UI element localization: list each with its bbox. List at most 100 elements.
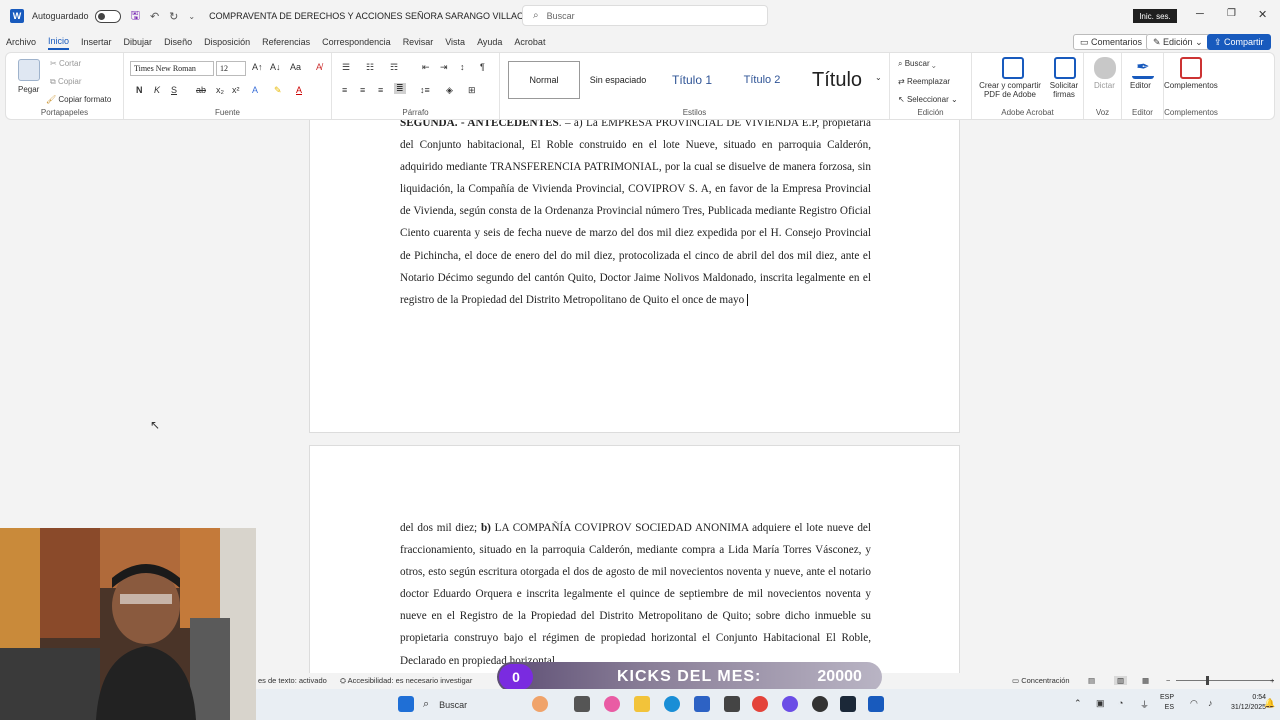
microphone-icon[interactable] bbox=[1094, 57, 1116, 79]
windows-start-icon[interactable] bbox=[398, 696, 414, 712]
format-painter-button[interactable]: 🖌 Copiar formato bbox=[46, 95, 111, 104]
paste-button[interactable]: Pegar bbox=[18, 85, 39, 94]
editor-button[interactable]: Editor bbox=[1130, 81, 1151, 90]
copy-button[interactable]: ⧉ Copiar bbox=[50, 77, 82, 87]
tab-revisar[interactable]: Revisar bbox=[403, 35, 434, 49]
obs-icon[interactable] bbox=[812, 696, 828, 712]
print-layout-icon[interactable]: ▥ bbox=[1114, 676, 1128, 685]
editor-pen-icon[interactable]: ✒ bbox=[1132, 57, 1154, 79]
document-page-1[interactable]: SEGUNDA. - ANTECEDENTES. – a) La EMPRESA… bbox=[309, 120, 960, 433]
shading-icon[interactable]: ◈ bbox=[446, 85, 453, 96]
superscript-icon[interactable]: x² bbox=[232, 85, 240, 95]
shrink-font-icon[interactable]: A↓ bbox=[270, 62, 281, 72]
align-left-icon[interactable]: ≡ bbox=[342, 85, 347, 95]
numbering-icon[interactable]: ☷ bbox=[366, 62, 374, 73]
close-button[interactable]: ✕ bbox=[1258, 8, 1267, 21]
style-no-spacing[interactable]: Sin espaciado bbox=[582, 61, 654, 99]
store-icon[interactable] bbox=[694, 696, 710, 712]
align-right-icon[interactable]: ≡ bbox=[378, 85, 383, 95]
addins-button[interactable]: Complementos bbox=[1164, 81, 1218, 90]
tray-app-icon[interactable]: ▣ bbox=[1096, 698, 1105, 709]
multilevel-list-icon[interactable]: ☶ bbox=[390, 62, 398, 73]
show-marks-icon[interactable]: ¶ bbox=[480, 62, 485, 72]
document-page-2[interactable]: del dos mil diez; b) LA COMPAÑÍA COVIPRO… bbox=[309, 445, 960, 673]
signin-button[interactable]: Inic. ses. bbox=[1133, 9, 1177, 23]
wifi-icon[interactable]: ◠ bbox=[1190, 698, 1198, 709]
text-prediction-status[interactable]: es de texto: activado bbox=[258, 676, 327, 685]
file-explorer-icon[interactable] bbox=[634, 696, 650, 712]
volume-icon[interactable]: ♪ bbox=[1208, 698, 1213, 708]
undo-icon[interactable]: ↶ bbox=[150, 10, 159, 23]
restore-button[interactable]: ❐ bbox=[1227, 8, 1236, 19]
tab-dibujar[interactable]: Dibujar bbox=[124, 35, 153, 49]
tab-acrobat[interactable]: Acrobat bbox=[514, 35, 545, 49]
style-title[interactable]: Título bbox=[796, 61, 878, 99]
paragraph-continuation[interactable]: del dos mil diez; b) LA COMPAÑÍA COVIPRO… bbox=[400, 517, 871, 672]
zoom-slider-thumb[interactable] bbox=[1206, 676, 1209, 685]
document-title[interactable]: COMPRAVENTA DE DERECHOS Y ACCIONES SEÑOR… bbox=[209, 11, 542, 22]
tray-usb-icon[interactable]: ⏚ bbox=[1140, 698, 1149, 711]
news-widget-icon[interactable] bbox=[532, 696, 548, 712]
paste-icon[interactable] bbox=[18, 59, 40, 81]
title-search-box[interactable]: ⌕ Buscar bbox=[522, 5, 768, 26]
tab-archivo[interactable]: Archivo bbox=[6, 35, 36, 49]
styles-more-icon[interactable]: ⌄ bbox=[875, 73, 882, 82]
customize-qat-icon[interactable]: ⌄ bbox=[188, 12, 195, 21]
word-taskbar-icon[interactable] bbox=[868, 696, 884, 712]
grow-font-icon[interactable]: A↑ bbox=[252, 62, 263, 72]
tab-correspondencia[interactable]: Correspondencia bbox=[322, 35, 391, 49]
tray-chevron-icon[interactable]: ⌃ bbox=[1074, 698, 1082, 709]
discord-icon[interactable] bbox=[782, 696, 798, 712]
decrease-indent-icon[interactable]: ⇤ bbox=[422, 62, 430, 73]
align-center-icon[interactable]: ≡ bbox=[360, 85, 365, 95]
style-normal[interactable]: Normal bbox=[508, 61, 580, 99]
language-indicator[interactable]: ESP ES bbox=[1160, 693, 1174, 713]
highlight-icon[interactable]: ✎ bbox=[274, 85, 282, 96]
focus-mode-button[interactable]: ▭ Concentración bbox=[1012, 676, 1070, 685]
share-button[interactable]: ⇪ Compartir bbox=[1207, 34, 1271, 50]
font-family-select[interactable]: Times New Roman bbox=[130, 61, 214, 76]
style-heading2[interactable]: Título 2 bbox=[726, 61, 798, 99]
tab-referencias[interactable]: Referencias bbox=[262, 35, 310, 49]
autosave-toggle[interactable] bbox=[94, 9, 121, 23]
zoom-out-icon[interactable]: − bbox=[1166, 676, 1170, 685]
text-effects-icon[interactable]: A bbox=[252, 85, 258, 95]
style-heading1[interactable]: Título 1 bbox=[656, 61, 728, 99]
addins-grid-icon[interactable] bbox=[1180, 57, 1202, 79]
web-layout-icon[interactable]: ▦ bbox=[1142, 676, 1149, 685]
line-spacing-icon[interactable]: ↕≡ bbox=[420, 85, 430, 95]
dictate-button[interactable]: Dictar bbox=[1094, 81, 1115, 90]
save-icon[interactable]: 🖫 bbox=[131, 7, 140, 26]
taskbar-search[interactable]: ⌕ Buscar bbox=[423, 695, 573, 714]
sort-icon[interactable]: ↕ bbox=[460, 62, 465, 72]
strikethrough-icon[interactable]: ab bbox=[196, 85, 206, 95]
font-color-icon[interactable]: A bbox=[296, 85, 302, 95]
change-case-icon[interactable]: Aa bbox=[290, 62, 301, 72]
create-pdf-icon[interactable] bbox=[1002, 57, 1024, 79]
edge-icon[interactable] bbox=[664, 696, 680, 712]
bold-button[interactable]: N bbox=[136, 85, 143, 95]
read-mode-icon[interactable]: ▤ bbox=[1088, 676, 1095, 685]
italic-button[interactable]: K bbox=[154, 85, 160, 95]
minimize-button[interactable]: ─ bbox=[1196, 8, 1204, 20]
tray-app-icon-2[interactable]: ◔ bbox=[1118, 698, 1123, 708]
font-size-select[interactable]: 12 bbox=[216, 61, 246, 76]
tab-insertar[interactable]: Insertar bbox=[81, 35, 112, 49]
comments-button[interactable]: ▭ Comentarios bbox=[1073, 34, 1150, 50]
clear-format-icon[interactable]: A̸ bbox=[316, 62, 322, 72]
tab-disposicion[interactable]: Disposición bbox=[204, 35, 250, 49]
redo-icon[interactable]: ↻ bbox=[169, 10, 178, 23]
chrome-icon[interactable] bbox=[752, 696, 768, 712]
tab-diseno[interactable]: Diseño bbox=[164, 35, 192, 49]
select-button[interactable]: ↖ Seleccionar ⌄ bbox=[898, 95, 958, 104]
zoom-slider[interactable] bbox=[1176, 680, 1274, 681]
paragraph-segunda[interactable]: SEGUNDA. - ANTECEDENTES. – a) La EMPRESA… bbox=[400, 120, 871, 311]
tab-vista[interactable]: Vista bbox=[445, 35, 465, 49]
clock[interactable]: 0:54 31/12/2025 bbox=[1231, 693, 1266, 713]
notification-bell-icon[interactable]: 🔔 bbox=[1264, 698, 1275, 709]
borders-icon[interactable]: ⊞ bbox=[468, 85, 476, 96]
underline-button[interactable]: S bbox=[171, 85, 177, 95]
bullets-icon[interactable]: ☰ bbox=[342, 62, 350, 73]
subscript-icon[interactable]: x₂ bbox=[216, 85, 224, 95]
justify-icon[interactable]: ≣ bbox=[394, 83, 406, 94]
